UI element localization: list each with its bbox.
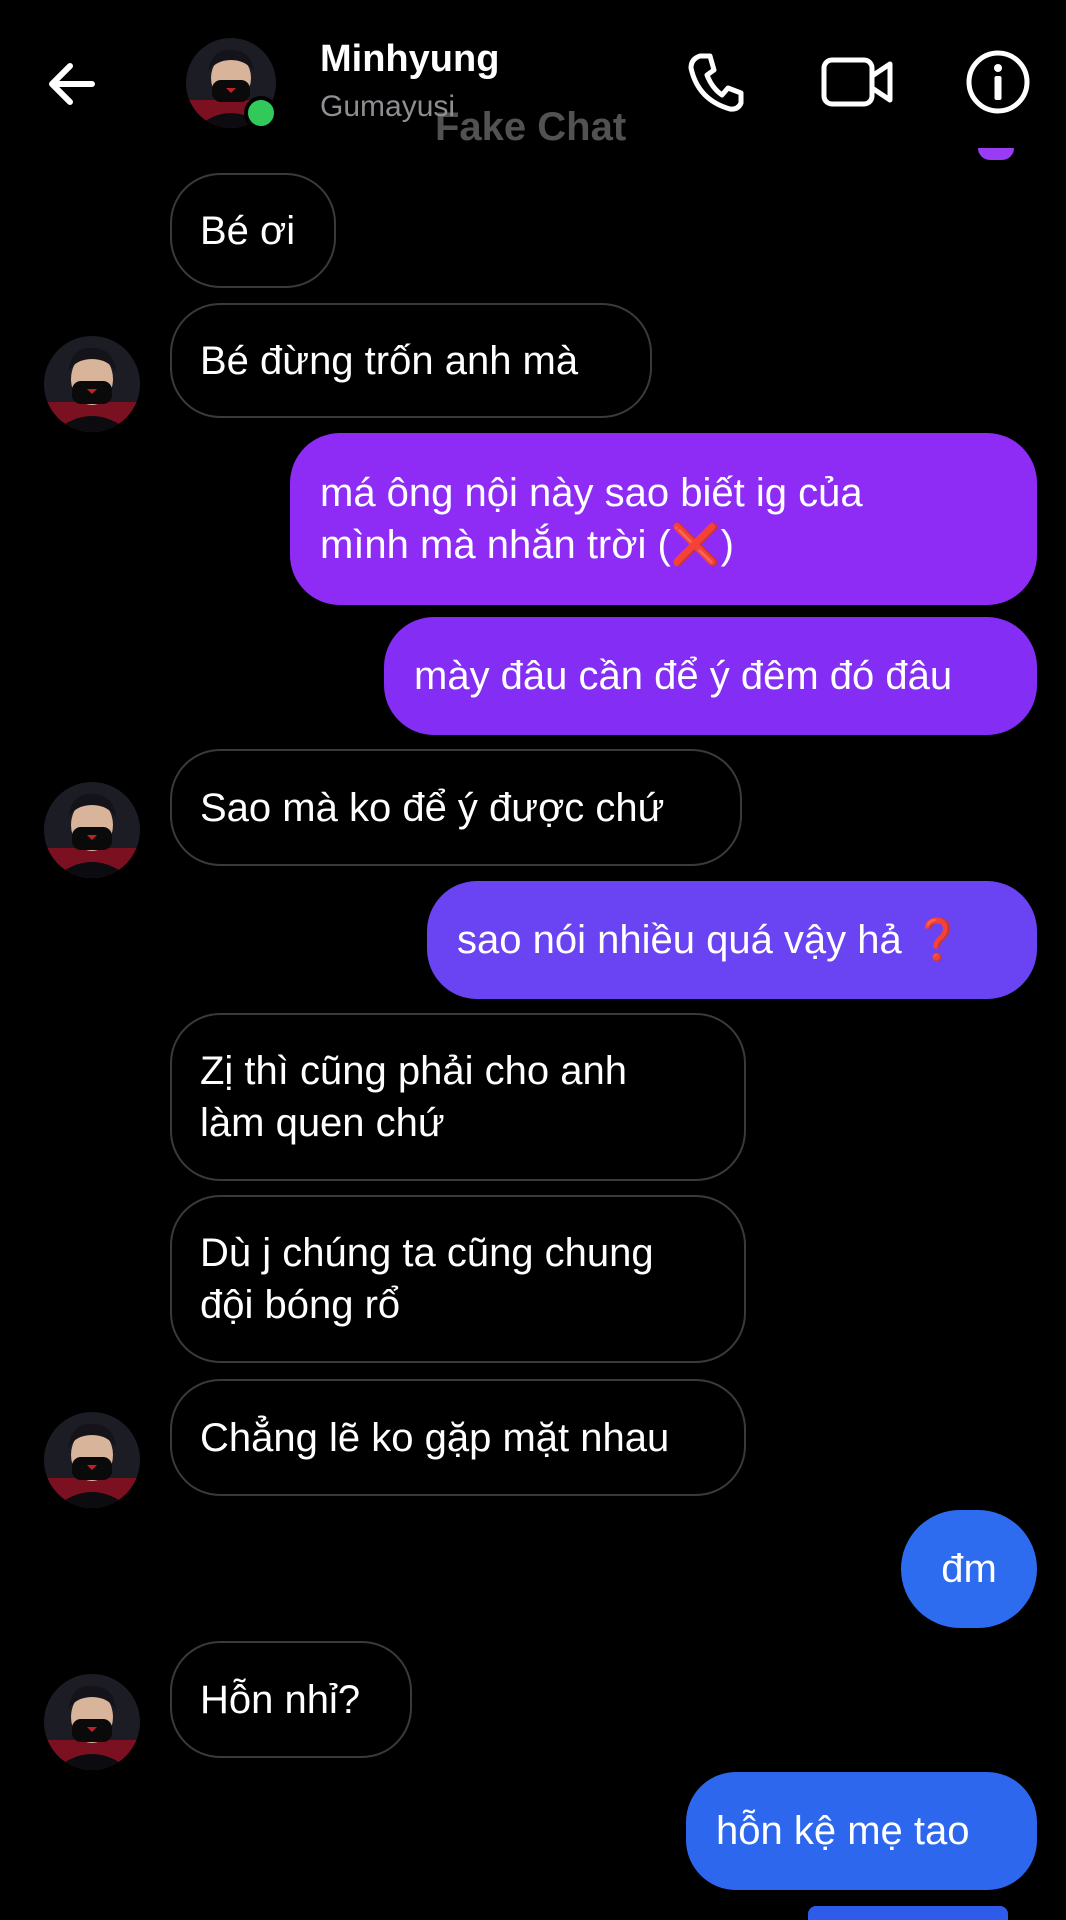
outgoing-message[interactable]: hỗn kệ mẹ tao xyxy=(686,1772,1037,1890)
info-button[interactable] xyxy=(958,42,1038,122)
incoming-message[interactable]: Dù j chúng ta cũng chung đội bóng rổ xyxy=(170,1195,746,1363)
sender-avatar[interactable] xyxy=(44,782,140,878)
online-status-dot xyxy=(244,96,278,130)
info-icon xyxy=(966,50,1030,114)
phone-icon xyxy=(688,53,744,112)
incoming-message[interactable]: Hỗn nhỉ? xyxy=(170,1641,412,1758)
video-call-button[interactable] xyxy=(818,42,898,122)
chat-header: Minhyung Gumayusi Fake Chat xyxy=(0,0,1066,160)
outgoing-message[interactable]: sao nói nhiều quá vậy hả ❓ xyxy=(427,881,1037,999)
watermark: Fake Chat xyxy=(435,105,627,149)
back-button[interactable] xyxy=(40,52,104,116)
outgoing-message[interactable]: má ông nội này sao biết ig của mình mà n… xyxy=(290,433,1037,605)
arrow-left-icon xyxy=(49,63,95,105)
incoming-message[interactable]: Sao mà ko để ý được chứ xyxy=(170,749,742,866)
sender-avatar[interactable] xyxy=(44,336,140,432)
sender-avatar[interactable] xyxy=(44,1674,140,1770)
contact-name[interactable]: Minhyung xyxy=(320,38,499,81)
incoming-message[interactable]: Bé ơi xyxy=(170,173,336,288)
video-camera-icon xyxy=(821,57,893,107)
call-button[interactable] xyxy=(676,42,756,122)
incoming-message[interactable]: Zị thì cũng phải cho anh làm quen chứ xyxy=(170,1013,746,1181)
outgoing-bubble-edge xyxy=(808,1906,1008,1920)
sender-avatar[interactable] xyxy=(44,1412,140,1508)
outgoing-message[interactable]: đm xyxy=(901,1510,1037,1628)
incoming-message[interactable]: Bé đừng trốn anh mà xyxy=(170,303,652,418)
outgoing-message[interactable]: mày đâu cần để ý đêm đó đâu xyxy=(384,617,1037,735)
incoming-message[interactable]: Chẳng lẽ ko gặp mặt nhau xyxy=(170,1379,746,1496)
